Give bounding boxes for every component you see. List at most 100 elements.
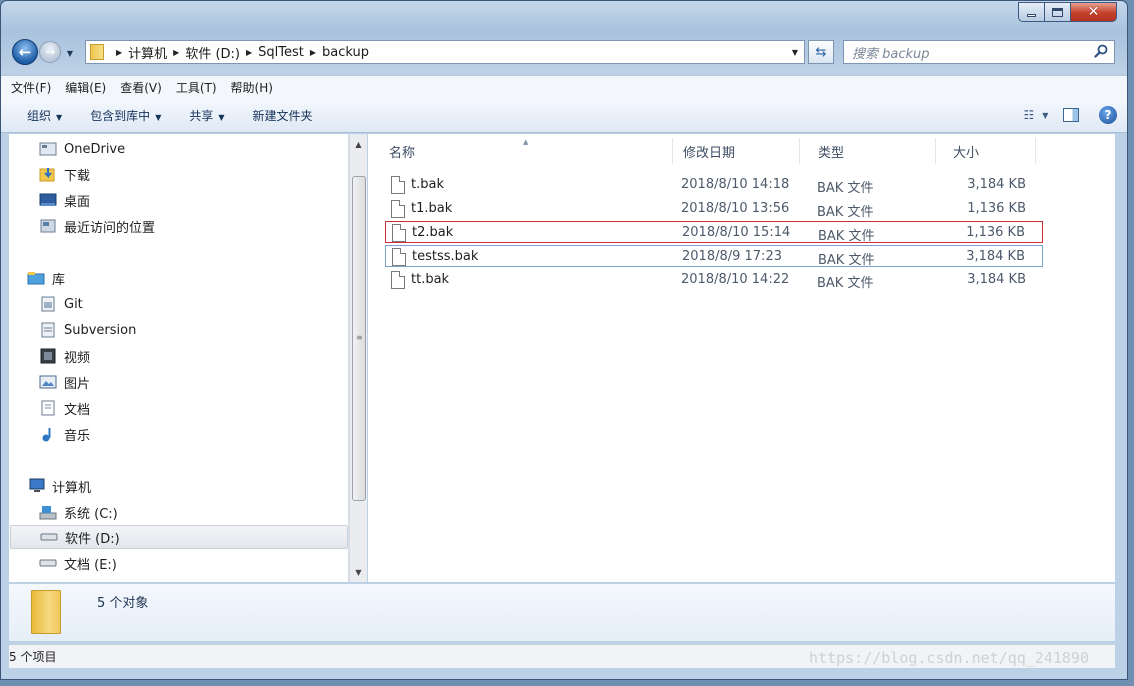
chevron-down-icon: ▼ (66, 48, 74, 58)
column-header-type[interactable]: 类型 (800, 138, 936, 164)
file-icon (391, 200, 405, 218)
nav-item-recent-places[interactable]: 最近访问的位置 (39, 214, 155, 238)
file-type: BAK 文件 (817, 205, 874, 220)
file-name: t.bak (411, 177, 444, 192)
nav-item-drive-e[interactable]: 文档 (E:) (39, 551, 117, 575)
file-size: 3,184 KB (967, 177, 1026, 192)
nav-pane-scrollbar[interactable]: ▲ ≡ ▼ (349, 134, 367, 582)
minimize-button[interactable] (1018, 2, 1045, 22)
menu-help[interactable]: 帮助(H) (231, 79, 273, 96)
breadcrumb-separator-icon[interactable]: ▶ (116, 48, 122, 57)
address-history-dropdown[interactable]: ▼ (786, 41, 804, 63)
file-row[interactable]: t.bak 2018/8/10 14:18 BAK 文件 3,184 KB (385, 174, 1043, 196)
file-date: 2018/8/10 15:14 (682, 225, 791, 240)
refresh-button[interactable]: ⇆ (808, 40, 834, 64)
nav-item-label: 最近访问的位置 (64, 220, 156, 236)
scroll-down-arrow-icon[interactable]: ▼ (350, 564, 367, 580)
subversion-library-icon (39, 322, 57, 338)
column-header-size[interactable]: 大小 (936, 138, 1036, 164)
nav-item-drive-d[interactable]: 软件 (D:) (10, 525, 348, 549)
file-name: testss.bak (412, 249, 479, 264)
include-in-library-button[interactable]: 包含到库中 ▼ (90, 107, 161, 124)
nav-group-computer[interactable]: 计算机 (27, 474, 91, 498)
preview-pane-icon[interactable] (1063, 108, 1079, 122)
address-bar[interactable]: ▶ 计算机 ▶ 软件 (D:) ▶ SqlTest ▶ backup ▼ (85, 40, 805, 64)
column-header-date[interactable]: 修改日期 (664, 138, 800, 164)
nav-item-label: 文档 (64, 402, 91, 418)
nav-item-drive-c[interactable]: 系统 (C:) (39, 500, 118, 524)
menu-bar: 文件(F) 编辑(E) 查看(V) 工具(T) 帮助(H) (1, 75, 1127, 99)
nav-item-label: OneDrive (64, 141, 126, 157)
menu-file[interactable]: 文件(F) (11, 79, 51, 96)
file-row[interactable]: tt.bak 2018/8/10 14:22 BAK 文件 3,184 KB (385, 269, 1043, 291)
breadcrumb-backup[interactable]: backup (322, 45, 369, 60)
help-icon[interactable]: ? (1099, 106, 1117, 124)
menu-view[interactable]: 查看(V) (120, 79, 162, 96)
nav-item-label: 视频 (64, 350, 91, 366)
file-row-highlighted[interactable]: t2.bak 2018/8/10 15:14 BAK 文件 1,136 KB (385, 221, 1043, 244)
document-library-icon (39, 400, 57, 416)
downloads-folder-icon (39, 166, 57, 182)
file-icon (391, 176, 405, 194)
organize-button[interactable]: 组织 ▼ (27, 107, 62, 124)
breadcrumb-sqltest[interactable]: SqlTest (258, 45, 304, 60)
new-folder-button[interactable]: 新建文件夹 (253, 107, 313, 124)
nav-item-git[interactable]: Git (39, 292, 83, 316)
breadcrumb-separator-icon[interactable]: ▶ (310, 48, 316, 57)
search-placeholder: 搜索 backup (852, 46, 930, 62)
file-type: BAK 文件 (818, 229, 875, 244)
view-list-icon: ☷ (1023, 108, 1035, 122)
column-header-label: 名称 (389, 145, 416, 161)
onedrive-icon (39, 141, 57, 157)
nav-item-subversion[interactable]: Subversion (39, 318, 136, 342)
menu-tools[interactable]: 工具(T) (176, 79, 217, 96)
maximize-button[interactable] (1045, 2, 1071, 22)
forward-button[interactable]: → (39, 41, 61, 63)
share-label: 共享 (189, 109, 214, 123)
organize-label: 组织 (27, 109, 52, 123)
command-bar: 组织 ▼ 包含到库中 ▼ 共享 ▼ 新建文件夹 ☷ ▼ ? (1, 99, 1127, 133)
file-list-pane: 名称 ▲ 修改日期 类型 大小 t.bak 2018/8/10 14:18 BA… (368, 134, 1115, 582)
scrollbar-thumb[interactable]: ≡ (352, 176, 366, 501)
nav-item-desktop[interactable]: 桌面 (39, 188, 90, 212)
view-options-button[interactable]: ☷ ▼ (1023, 106, 1049, 124)
nav-item-onedrive[interactable]: OneDrive (39, 137, 125, 161)
nav-item-videos[interactable]: 视频 (39, 344, 90, 368)
menu-edit[interactable]: 编辑(E) (65, 79, 106, 96)
nav-item-music[interactable]: 音乐 (39, 422, 90, 446)
close-button[interactable]: ✕ (1071, 2, 1117, 22)
scroll-up-arrow-icon[interactable]: ▲ (350, 136, 367, 152)
search-icon[interactable] (1094, 44, 1108, 58)
nav-item-pictures[interactable]: 图片 (39, 370, 90, 394)
search-input[interactable]: 搜索 backup (843, 40, 1115, 64)
breadcrumb-computer[interactable]: 计算机 (128, 43, 167, 62)
file-date: 2018/8/10 14:18 (681, 177, 790, 192)
nav-item-label: 系统 (C:) (64, 506, 118, 522)
maximize-icon (1052, 7, 1063, 17)
back-button[interactable]: ← (12, 39, 38, 65)
arrow-left-icon: ← (18, 43, 32, 61)
file-row[interactable]: t1.bak 2018/8/10 13:56 BAK 文件 1,136 KB (385, 198, 1043, 220)
nav-item-label: 文档 (E:) (64, 557, 117, 573)
file-row-focused[interactable]: testss.bak 2018/8/9 17:23 BAK 文件 3,184 K… (385, 245, 1043, 268)
nav-item-documents[interactable]: 文档 (39, 396, 90, 420)
file-size: 3,184 KB (966, 249, 1025, 264)
nav-item-label: 桌面 (64, 194, 91, 210)
breadcrumb-drive-d[interactable]: 软件 (D:) (185, 43, 240, 62)
file-date: 2018/8/9 17:23 (682, 249, 782, 264)
nav-item-downloads[interactable]: 下载 (39, 162, 90, 186)
folder-icon (90, 44, 104, 60)
file-size: 1,136 KB (966, 225, 1025, 240)
share-button[interactable]: 共享 ▼ (189, 107, 224, 124)
status-bar: 5 个项目 https://blog.csdn.net/qq_241890 (9, 644, 1115, 668)
recent-pages-dropdown[interactable]: ▼ (63, 46, 77, 60)
column-header-name[interactable]: 名称 ▲ (368, 138, 673, 164)
chevron-down-icon: ▼ (155, 113, 162, 122)
explorer-window: ✕ ← → ▼ ▶ 计算机 ▶ 软件 (D:) ▶ SqlTest ▶ back… (0, 0, 1128, 680)
breadcrumb-separator-icon[interactable]: ▶ (173, 48, 179, 57)
breadcrumb-separator-icon[interactable]: ▶ (246, 48, 252, 57)
nav-group-libraries[interactable]: 库 (27, 266, 65, 290)
minimize-icon (1027, 13, 1036, 17)
refresh-icon: ⇆ (815, 44, 827, 60)
watermark: https://blog.csdn.net/qq_241890 (809, 649, 1089, 667)
